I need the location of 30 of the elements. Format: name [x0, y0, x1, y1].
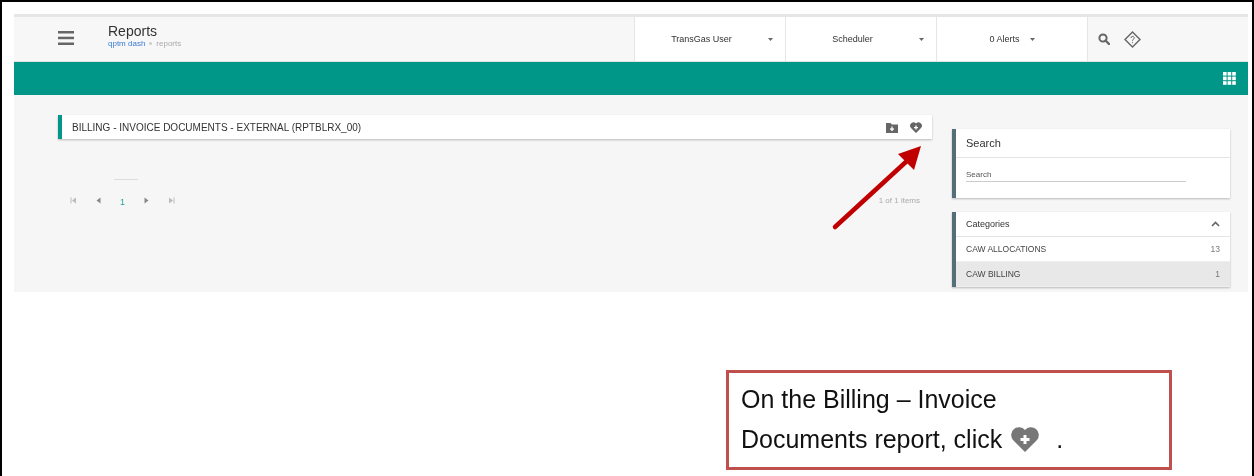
period-text: . [1056, 424, 1064, 455]
heart-plus-icon[interactable] [910, 121, 922, 133]
caret-icon [768, 37, 773, 41]
instruction-text: Documents report, click [741, 424, 1003, 455]
heart-plus-icon [1010, 425, 1041, 453]
report-title: BILLING - INVOICE DOCUMENTS - EXTERNAL (RPTBLRX_00) [72, 121, 363, 133]
folder-download-icon[interactable] [886, 121, 898, 133]
breadcrumb-current: reports [156, 39, 182, 48]
instruction-text: On the Billing – Invoice [741, 384, 998, 415]
search-field[interactable]: Search [966, 168, 1186, 182]
search-icon[interactable] [1098, 33, 1110, 45]
header-dropdown[interactable]: TransGas User [634, 17, 785, 61]
report-card[interactable]: BILLING - INVOICE DOCUMENTS - EXTERNAL (RPTBLRX_00) [58, 115, 932, 139]
help-diamond-icon[interactable] [1124, 30, 1141, 48]
caret-icon [1029, 37, 1035, 41]
caret-icon [919, 37, 924, 41]
panel-title: Search [966, 137, 1002, 149]
page-title: Reports [108, 23, 159, 39]
header-dropdown[interactable]: Scheduler [785, 17, 936, 61]
apps-grid-icon[interactable] [1223, 72, 1236, 85]
breadcrumb-link[interactable]: qptm dash [108, 39, 146, 48]
collapse-chevron-icon[interactable] [1211, 221, 1220, 227]
menu-icon[interactable] [58, 31, 74, 45]
previous-page-icon[interactable] [95, 196, 102, 204]
header-dropdown[interactable]: 0 Alerts [936, 17, 1087, 61]
item-count: 1 of 1 items [878, 195, 920, 205]
panel-title: Categories [966, 219, 1011, 229]
separator-icon [149, 42, 153, 45]
category-item[interactable]: CAW BILLING 1 [956, 262, 1230, 287]
next-page-icon[interactable] [143, 196, 150, 204]
